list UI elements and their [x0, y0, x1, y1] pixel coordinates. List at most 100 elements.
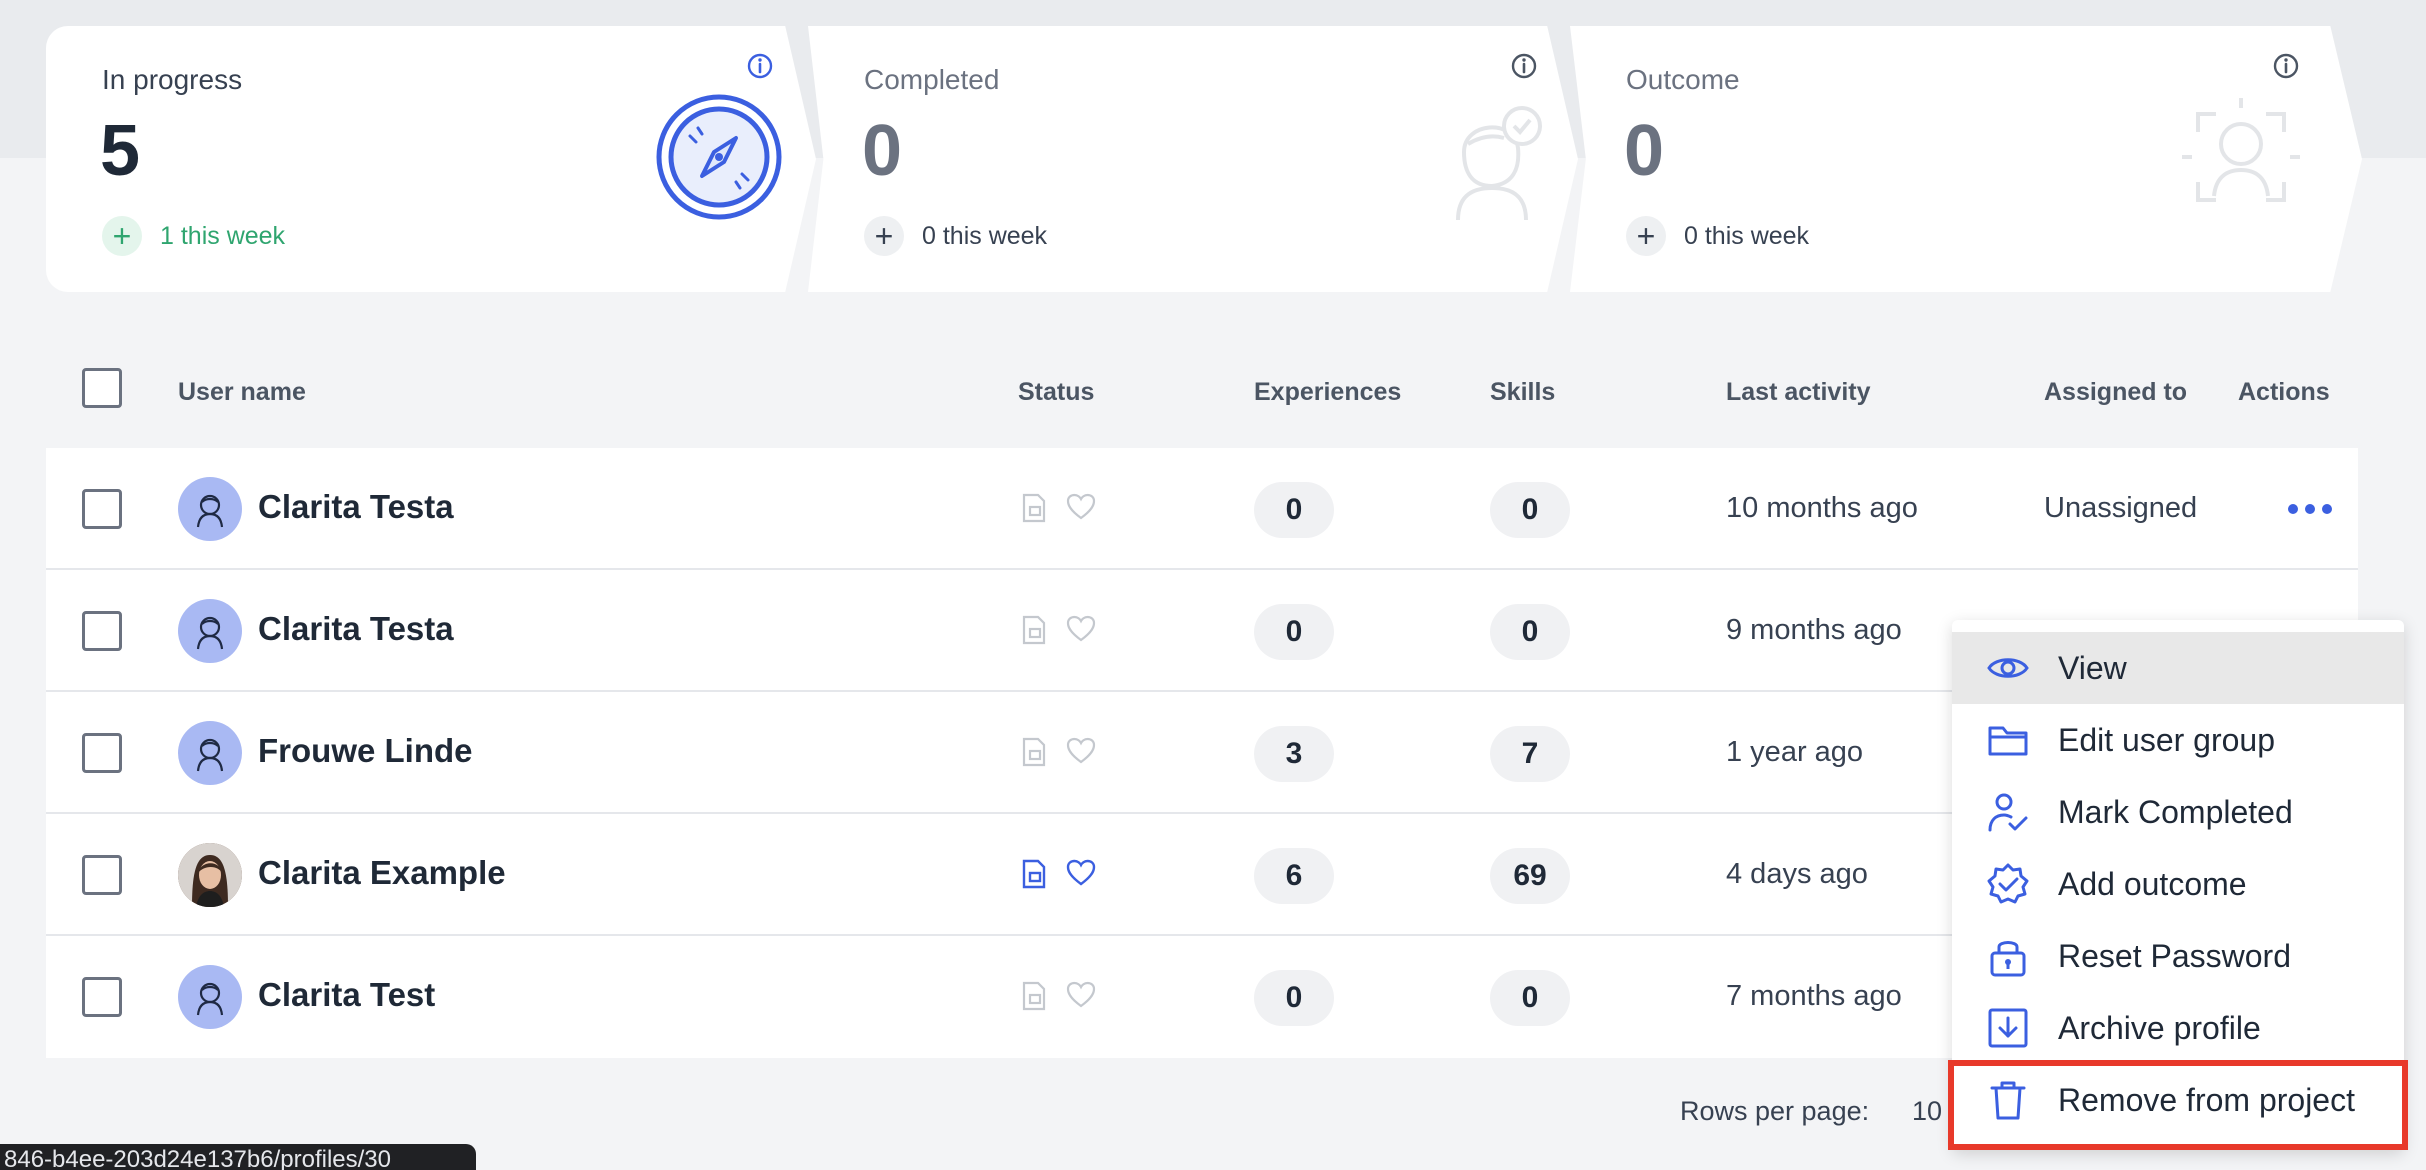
user-avatar-icon — [196, 494, 224, 528]
user-avatar-icon — [196, 616, 224, 650]
heart-icon — [1066, 859, 1096, 886]
menu-item-add-outcome[interactable]: Add outcome — [1952, 848, 2404, 920]
stat-week-text: 0 this week — [922, 221, 1048, 250]
avatar — [178, 965, 242, 1029]
menu-item-edit-user-group[interactable]: Edit user group — [1952, 704, 2404, 776]
col-actions: Actions — [2238, 378, 2330, 406]
user-focus-icon — [2182, 98, 2300, 202]
stat-value: 5 — [100, 111, 141, 191]
plus-icon: + — [102, 216, 142, 256]
info-icon[interactable] — [2272, 52, 2300, 80]
profile-doc-icon — [1022, 615, 1046, 645]
table-row[interactable]: Clarita Testa 0 0 10 months ago Unassign… — [46, 448, 2358, 570]
plus-icon: + — [1626, 216, 1666, 256]
user-completed-icon — [1456, 106, 1542, 221]
profile-doc-icon — [1022, 981, 1046, 1011]
menu-item-view[interactable]: View — [1952, 632, 2404, 704]
select-all-checkbox[interactable] — [82, 368, 122, 408]
user-name[interactable]: Clarita Testa — [258, 610, 454, 648]
col-user-name[interactable]: User name — [178, 378, 306, 407]
menu-item-label: Reset Password — [2058, 937, 2291, 974]
user-photo — [178, 843, 242, 907]
skills-count: 69 — [1490, 848, 1570, 904]
skills-count: 0 — [1490, 482, 1570, 538]
col-assigned-to[interactable]: Assigned to — [2044, 378, 2187, 407]
last-activity: 4 days ago — [1726, 858, 1868, 890]
user-name[interactable]: Frouwe Linde — [258, 732, 473, 770]
row-checkbox[interactable] — [82, 733, 122, 773]
highlight-annotation — [1948, 1060, 2408, 1150]
skills-count: 0 — [1490, 970, 1570, 1026]
stat-week-text: 0 this week — [1684, 221, 1810, 250]
stat-week: + 0 this week — [1626, 216, 1809, 256]
info-icon[interactable] — [746, 52, 774, 80]
experiences-count: 0 — [1254, 604, 1334, 660]
stat-week: + 1 this week — [102, 216, 285, 256]
status-url: 846-b4ee-203d24e137b6/profiles/30 — [4, 1146, 391, 1170]
status-icons — [1020, 615, 1096, 645]
menu-item-mark-completed[interactable]: Mark Completed — [1952, 776, 2404, 848]
heart-icon — [1066, 737, 1096, 764]
user-check-icon — [1988, 793, 2028, 832]
menu-item-label: View — [2058, 649, 2127, 686]
col-last-activity[interactable]: Last activity — [1726, 378, 1871, 407]
stat-label: Outcome — [1626, 64, 1740, 95]
last-activity: 9 months ago — [1726, 614, 1902, 646]
col-skills[interactable]: Skills — [1490, 378, 1555, 407]
stat-card-in-progress: In progress 5 + 1 this week — [46, 26, 816, 292]
status-icons — [1020, 981, 1096, 1011]
more-actions-icon[interactable] — [2288, 496, 2332, 522]
menu-item-archive-profile[interactable]: Archive profile — [1952, 992, 2404, 1064]
stat-label: In progress — [102, 64, 243, 95]
profile-doc-icon — [1022, 493, 1046, 523]
user-name[interactable]: Clarita Example — [258, 854, 506, 892]
status-icons — [1020, 737, 1096, 767]
row-checkbox[interactable] — [82, 977, 122, 1017]
heart-icon — [1066, 493, 1096, 520]
stat-value: 0 — [862, 111, 903, 191]
heart-icon — [1066, 981, 1096, 1008]
user-avatar-icon — [196, 738, 224, 772]
row-checkbox[interactable] — [82, 855, 122, 895]
avatar — [178, 721, 242, 785]
menu-item-label: Edit user group — [2058, 721, 2276, 758]
col-experiences[interactable]: Experiences — [1254, 378, 1401, 407]
eye-icon — [1987, 658, 2029, 678]
avatar — [178, 843, 242, 907]
experiences-count: 0 — [1254, 482, 1334, 538]
menu-item-label: Archive profile — [2058, 1009, 2261, 1046]
experiences-count: 3 — [1254, 726, 1334, 782]
col-status[interactable]: Status — [1018, 378, 1094, 407]
rows-per-page-select[interactable]: 10 — [1912, 1096, 1942, 1127]
last-activity: 1 year ago — [1726, 736, 1864, 768]
avatar — [178, 599, 242, 663]
rows-per-page-label: Rows per page: — [1680, 1096, 1870, 1126]
stat-value: 0 — [1624, 111, 1665, 191]
user-avatar-icon — [196, 982, 224, 1016]
skills-count: 0 — [1490, 604, 1570, 660]
stat-week-text: 1 this week — [160, 221, 286, 250]
info-icon[interactable] — [1510, 52, 1538, 80]
heart-icon — [1066, 615, 1096, 642]
experiences-count: 0 — [1254, 970, 1334, 1026]
menu-item-reset-password[interactable]: Reset Password — [1952, 920, 2404, 992]
status-icons — [1020, 859, 1096, 889]
menu-item-label: Mark Completed — [2058, 793, 2293, 830]
row-checkbox[interactable] — [82, 611, 122, 651]
assigned-to: Unassigned — [2044, 492, 2198, 524]
profile-doc-icon — [1022, 737, 1046, 767]
experiences-count: 6 — [1254, 848, 1334, 904]
profile-doc-icon — [1022, 859, 1046, 889]
skills-count: 7 — [1490, 726, 1570, 782]
stat-card-outcome: Outcome 0 + 0 this week — [1570, 26, 2362, 292]
badge-check-icon — [1987, 863, 2029, 904]
avatar — [178, 477, 242, 541]
compass-icon — [656, 94, 782, 220]
user-name[interactable]: Clarita Testa — [258, 488, 454, 526]
row-checkbox[interactable] — [82, 489, 122, 529]
status-url-bar: 846-b4ee-203d24e137b6/profiles/30 — [0, 1144, 476, 1170]
archive-download-icon — [1988, 1008, 2028, 1048]
user-name[interactable]: Clarita Test — [258, 976, 435, 1014]
stat-card-completed: Completed 0 + 0 this week — [808, 26, 1578, 292]
last-activity: 7 months ago — [1726, 980, 1902, 1012]
